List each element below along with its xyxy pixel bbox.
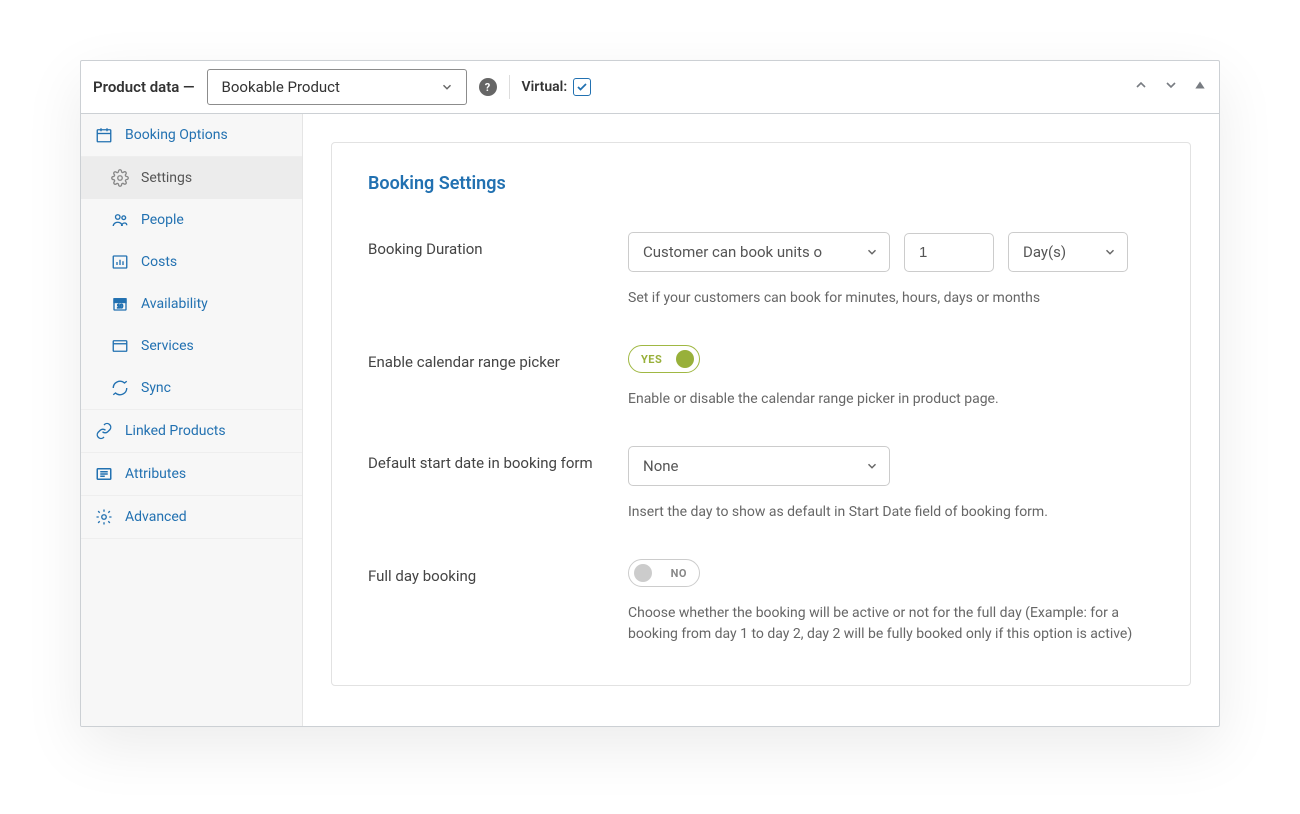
label-full-day: Full day booking <box>368 559 608 645</box>
sidebar-item-costs[interactable]: Costs <box>81 241 302 283</box>
product-type-value: Bookable Product <box>222 78 340 96</box>
help-full-day: Choose whether the booking will be activ… <box>628 603 1154 645</box>
default-start-value: None <box>643 457 679 475</box>
sidebar-label: Linked Products <box>125 423 226 439</box>
calendar-icon <box>95 126 113 144</box>
label-range-picker: Enable calendar range picker <box>368 345 608 410</box>
panel-title: Product data — <box>93 78 195 96</box>
chevron-down-icon <box>865 245 879 259</box>
virtual-label: Virtual: <box>522 79 568 95</box>
list-icon <box>95 465 113 483</box>
sidebar-item-services[interactable]: Services <box>81 325 302 367</box>
full-day-toggle[interactable]: NO <box>628 559 700 587</box>
row-full-day: Full day booking NO Choose whether the b… <box>368 559 1154 645</box>
help-duration: Set if your customers can book for minut… <box>628 288 1154 309</box>
sync-icon <box>111 379 129 397</box>
sidebar-label: Availability <box>141 296 208 312</box>
link-icon <box>95 422 113 440</box>
product-data-panel: Product data — Bookable Product ? Virtua… <box>80 60 1220 727</box>
chart-icon <box>111 253 129 271</box>
sidebar-item-attributes[interactable]: Attributes <box>81 453 302 496</box>
label-booking-duration: Booking Duration <box>368 232 608 309</box>
sidebar-label: People <box>141 212 184 228</box>
sidebar-item-advanced[interactable]: Advanced <box>81 496 302 539</box>
chevron-down-icon <box>1103 245 1117 259</box>
sidebar-sub-group: Settings People Costs 10 <box>81 157 302 410</box>
row-booking-duration: Booking Duration Customer can book units… <box>368 232 1154 309</box>
svg-text:10: 10 <box>117 304 123 310</box>
sidebar-item-sync[interactable]: Sync <box>81 367 302 409</box>
divider <box>509 75 510 99</box>
chevron-down-icon <box>440 80 454 94</box>
product-type-select[interactable]: Bookable Product <box>207 69 467 105</box>
calendar-day-icon: 10 <box>111 295 129 313</box>
duration-unit-select[interactable]: Day(s) <box>1008 232 1128 272</box>
label-default-start: Default start date in booking form <box>368 446 608 523</box>
toggle-knob <box>634 564 652 582</box>
chevron-down-icon <box>865 459 879 473</box>
range-picker-toggle[interactable]: YES <box>628 345 700 373</box>
help-default-start: Insert the day to show as default in Sta… <box>628 502 1154 523</box>
panel-header: Product data — Bookable Product ? Virtua… <box>81 61 1219 114</box>
sidebar-label: Booking Options <box>125 127 228 143</box>
move-up-icon[interactable] <box>1133 77 1149 97</box>
people-icon <box>111 211 129 229</box>
help-range-picker: Enable or disable the calendar range pic… <box>628 389 1154 410</box>
duration-type-select[interactable]: Customer can book units o <box>628 232 890 272</box>
duration-quantity-input[interactable] <box>904 233 994 272</box>
gear-icon <box>111 169 129 187</box>
move-down-icon[interactable] <box>1163 77 1179 97</box>
sidebar-label: Settings <box>141 170 192 186</box>
duration-type-value: Customer can book units o <box>643 243 822 261</box>
sidebar-item-availability[interactable]: 10 Availability <box>81 283 302 325</box>
settings-card: Booking Settings Booking Duration Custom… <box>331 142 1191 686</box>
duration-unit-value: Day(s) <box>1023 243 1066 261</box>
sidebar-label: Costs <box>141 254 177 270</box>
virtual-checkbox[interactable] <box>573 78 591 96</box>
sidebar-label: Sync <box>141 380 171 396</box>
toggle-knob <box>676 350 694 368</box>
row-default-start: Default start date in booking form None … <box>368 446 1154 523</box>
main-content: Booking Settings Booking Duration Custom… <box>303 114 1219 726</box>
toggle-label: YES <box>641 353 662 366</box>
row-range-picker: Enable calendar range picker YES Enable … <box>368 345 1154 410</box>
gear-icon <box>95 508 113 526</box>
help-icon[interactable]: ? <box>479 78 497 96</box>
default-start-select[interactable]: None <box>628 446 890 486</box>
sidebar-label: Advanced <box>125 509 187 525</box>
sidebar: Booking Options Settings People <box>81 114 303 726</box>
panel-header-controls <box>1133 77 1207 97</box>
window-icon <box>111 337 129 355</box>
sidebar-label: Attributes <box>125 466 186 482</box>
sidebar-item-booking-options[interactable]: Booking Options <box>81 114 302 157</box>
sidebar-item-people[interactable]: People <box>81 199 302 241</box>
toggle-label: NO <box>671 567 687 580</box>
virtual-toggle-wrap: Virtual: <box>522 78 592 96</box>
sidebar-label: Services <box>141 338 194 354</box>
panel-body: Booking Options Settings People <box>81 114 1219 726</box>
sidebar-item-settings[interactable]: Settings <box>81 157 302 199</box>
sidebar-item-linked-products[interactable]: Linked Products <box>81 410 302 453</box>
collapse-icon[interactable] <box>1193 78 1207 96</box>
section-title: Booking Settings <box>368 173 1154 194</box>
